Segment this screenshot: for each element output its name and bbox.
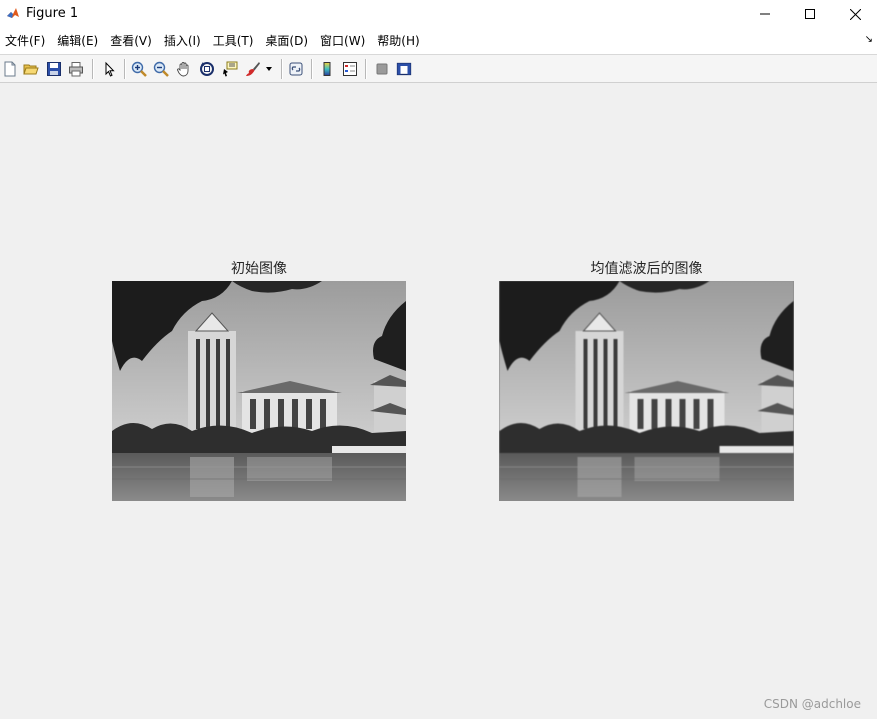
menu-desktop[interactable]: 桌面(D) <box>259 28 314 54</box>
show-plot-tools-button[interactable] <box>394 59 414 79</box>
edit-plot-button[interactable] <box>99 59 119 79</box>
figure-toolbar <box>0 54 877 83</box>
edit-plot-arrow-icon <box>105 61 115 77</box>
menu-window[interactable]: 窗口(W) <box>314 28 371 54</box>
save-button[interactable] <box>44 59 64 79</box>
zoom-in-icon <box>131 61 147 77</box>
print-icon <box>69 62 83 77</box>
show-plot-tools-icon <box>396 62 412 76</box>
toolbar-separator <box>92 59 94 79</box>
brush-dropdown-button[interactable] <box>264 59 274 79</box>
filtered-image <box>499 281 794 501</box>
zoom-out-icon <box>153 61 169 77</box>
pan-button[interactable] <box>174 59 194 79</box>
open-file-icon <box>23 64 39 75</box>
zoom-in-button[interactable] <box>129 59 149 79</box>
matlab-logo-icon <box>6 6 20 20</box>
brush-icon <box>246 62 260 76</box>
close-icon <box>849 8 861 20</box>
toolbar-separator <box>365 59 367 79</box>
menu-file[interactable]: 文件(F) <box>0 28 51 54</box>
menu-help[interactable]: 帮助(H) <box>371 28 425 54</box>
rotate-3d-icon <box>200 62 214 76</box>
dock-figure-icon[interactable]: ↘ <box>865 34 873 45</box>
toolbar-separator <box>124 59 126 79</box>
zoom-out-button[interactable] <box>151 59 171 79</box>
filtered-image-graphic <box>499 281 794 501</box>
pan-hand-icon <box>177 62 189 77</box>
watermark: CSDN @adchloe <box>763 697 861 711</box>
toolbar-separator <box>311 59 313 79</box>
link-plot-icon <box>289 62 303 76</box>
dropdown-arrow-icon <box>266 67 272 71</box>
maximize-button[interactable] <box>787 0 833 28</box>
menu-edit[interactable]: 编辑(E) <box>51 28 104 54</box>
title-bar[interactable]: Figure 1 <box>0 0 877 28</box>
colorbar-icon <box>323 62 331 76</box>
right-axes-title: 均值滤波后的图像 <box>590 261 703 277</box>
toolbar-separator <box>281 59 283 79</box>
link-plot-button[interactable] <box>286 59 306 79</box>
legend-icon <box>343 62 357 76</box>
new-figure-button[interactable] <box>0 59 20 79</box>
brush-button[interactable] <box>243 59 263 79</box>
save-icon <box>47 62 61 76</box>
figure-window: Figure 1 文件(F) 编辑(E) 查看(V) 插入(I) 工具(T) 桌… <box>0 0 877 719</box>
close-button[interactable] <box>832 0 877 28</box>
hide-plot-tools-icon <box>376 63 388 75</box>
minimize-button[interactable] <box>742 0 788 28</box>
data-cursor-icon <box>223 61 238 77</box>
original-image-graphic <box>112 281 406 501</box>
left-axes-title: 初始图像 <box>231 261 287 277</box>
menu-insert[interactable]: 插入(I) <box>158 28 207 54</box>
hide-plot-tools-button[interactable] <box>372 59 392 79</box>
menu-view[interactable]: 查看(V) <box>104 28 158 54</box>
original-image <box>112 281 406 501</box>
window-title: Figure 1 <box>26 6 79 21</box>
new-figure-icon <box>4 61 16 77</box>
rotate-3d-button[interactable] <box>197 59 217 79</box>
print-button[interactable] <box>66 59 86 79</box>
minimize-icon <box>760 13 770 15</box>
maximize-icon <box>805 9 815 19</box>
legend-button[interactable] <box>340 59 360 79</box>
open-file-button[interactable] <box>21 59 41 79</box>
data-cursor-button[interactable] <box>220 59 240 79</box>
menu-tools[interactable]: 工具(T) <box>207 28 260 54</box>
colorbar-button[interactable] <box>317 59 337 79</box>
menu-bar: 文件(F) 编辑(E) 查看(V) 插入(I) 工具(T) 桌面(D) 窗口(W… <box>0 28 877 54</box>
